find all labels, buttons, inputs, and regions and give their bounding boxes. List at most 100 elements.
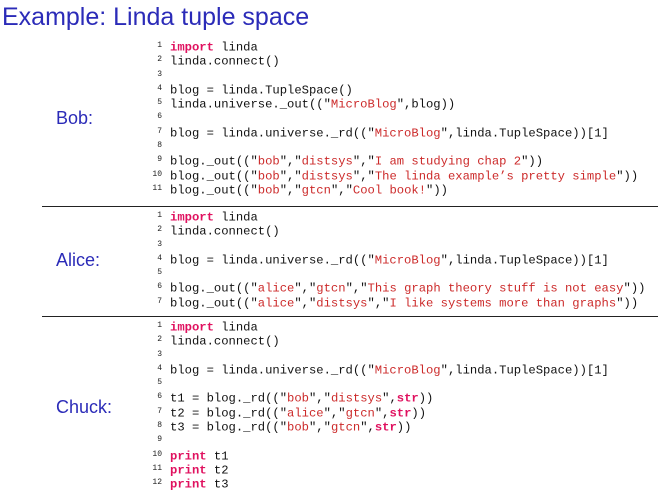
- code-text: ",": [352, 169, 375, 184]
- code-keyword: print: [170, 477, 207, 492]
- section-divider: [42, 316, 658, 317]
- line-number: 11: [152, 463, 162, 473]
- code-keyword: import: [170, 40, 214, 55]
- line-number: 7: [157, 126, 162, 136]
- code-line: 9: [150, 434, 609, 448]
- code-text: linda: [213, 320, 258, 335]
- code-keyword: str: [389, 406, 412, 421]
- code-text: blog = linda.universe._rd((": [170, 126, 375, 141]
- line-number: 8: [157, 421, 162, 431]
- code-text: ")): [616, 296, 639, 311]
- code-line: 11 print t2: [150, 463, 609, 477]
- section-divider: [42, 206, 658, 207]
- page-title: Example: Linda tuple space: [2, 3, 310, 31]
- code-text: ",": [345, 281, 368, 296]
- line-number: 5: [157, 98, 162, 108]
- line-number: 7: [157, 296, 162, 306]
- code-string: distsys: [330, 391, 383, 406]
- code-string: bob: [257, 154, 280, 169]
- code-string: MicroBlog: [374, 126, 441, 141]
- code-text: blog._out((": [170, 281, 258, 296]
- code-text: blog._out((": [170, 154, 258, 169]
- code-text: ",: [382, 391, 397, 406]
- code-text: ")): [521, 154, 544, 169]
- line-number: 3: [157, 239, 162, 249]
- code-line: 2 linda.connect(): [150, 224, 645, 239]
- line-number: 7: [157, 406, 162, 416]
- code-line: 6: [150, 111, 638, 125]
- speaker-label-alice: Alice:: [56, 250, 101, 270]
- line-number: 4: [157, 363, 162, 373]
- code-string: MicroBlog: [374, 253, 441, 268]
- code-line: 6 t1 = blog._rd(("bob","distsys",str)): [150, 391, 609, 406]
- code-text: ",": [308, 420, 331, 435]
- code-line: 1 import linda: [150, 210, 645, 224]
- line-number: 5: [157, 378, 162, 388]
- code-string: distsys: [301, 154, 353, 169]
- line-number: 2: [157, 55, 162, 65]
- line-number: 9: [157, 435, 162, 445]
- code-string: I like systems more than graphs: [389, 296, 617, 311]
- line-number: 8: [157, 141, 162, 151]
- code-string: bob: [257, 169, 280, 184]
- code-string: gtcn: [301, 183, 331, 198]
- code-text: ",": [279, 183, 302, 198]
- line-number: 3: [157, 69, 162, 79]
- code-text: ",": [294, 281, 317, 296]
- code-line: 11 blog._out(("bob","gtcn","Cool book!")): [150, 183, 638, 197]
- code-line: 7 blog = linda.universe._rd(("MicroBlog",…: [150, 126, 638, 140]
- code-keyword: import: [170, 320, 214, 335]
- code-line: 1 import linda: [150, 320, 609, 334]
- code-text: blog._out((": [170, 169, 258, 184]
- line-number: 6: [157, 392, 162, 402]
- code-text: )): [411, 406, 427, 421]
- code-text: ",": [294, 296, 317, 311]
- speaker-label-chuck: Chuck:: [56, 397, 113, 417]
- code-keyword: import: [170, 210, 214, 225]
- code-text: blog = linda.universe._rd((": [170, 253, 375, 268]
- code-string: gtcn: [345, 406, 375, 421]
- code-text: linda.universe._out((": [170, 97, 331, 112]
- line-number: 12: [152, 478, 162, 488]
- code-block-alice: 1 import linda 2 linda.connect() 3 4 blog = li…: [150, 210, 645, 310]
- line-number: 1: [157, 41, 162, 50]
- code-string: gtcn: [330, 420, 361, 435]
- code-text: blog = linda.universe._rd((": [170, 363, 375, 378]
- code-string: bob: [257, 183, 280, 198]
- code-text: ",linda.TupleSpace))[1]: [440, 253, 609, 268]
- code-line: 10 print t1: [150, 449, 609, 463]
- code-string: Cool book!: [352, 183, 427, 198]
- code-line: 6 blog._out(("alice","gtcn","This graph t…: [150, 281, 645, 296]
- code-string: bob: [287, 420, 309, 435]
- code-text: ",: [374, 406, 390, 421]
- code-text: blog = linda.TupleSpace(): [170, 83, 353, 98]
- code-text: t2: [206, 463, 229, 478]
- code-text: ",": [323, 406, 346, 421]
- code-string: I am studying chap 2: [374, 154, 522, 169]
- speaker-label-bob: Bob:: [56, 108, 94, 128]
- line-number: 11: [152, 183, 162, 193]
- code-string: distsys: [316, 296, 368, 311]
- code-text: linda.connect(): [170, 334, 280, 349]
- code-string: alice: [257, 296, 295, 311]
- code-text: t3 = blog._rd((": [170, 420, 288, 435]
- code-line: 5: [150, 377, 609, 391]
- code-text: ",": [352, 154, 375, 169]
- line-number: 10: [152, 449, 162, 459]
- line-number: 6: [157, 112, 162, 122]
- code-line: 4 blog = linda.universe._rd(("MicroBlog",…: [150, 253, 645, 267]
- code-text: linda: [213, 210, 258, 225]
- code-text: ")): [426, 183, 448, 198]
- code-line: 10 blog._out(("bob","distsys","The linda …: [150, 169, 638, 183]
- code-text: ",linda.TupleSpace))[1]: [440, 126, 609, 141]
- line-number: 2: [157, 335, 162, 345]
- code-text: blog._out((": [170, 296, 258, 311]
- code-text: t1: [206, 449, 229, 464]
- code-text: )): [396, 420, 412, 435]
- code-text: linda.connect(): [170, 54, 280, 69]
- code-text: ",": [330, 183, 353, 198]
- code-line: 2 linda.connect(): [150, 334, 609, 349]
- code-string: The linda example’s pretty simple: [374, 169, 617, 184]
- code-text: linda.connect(): [170, 224, 280, 239]
- code-keyword: print: [170, 449, 207, 464]
